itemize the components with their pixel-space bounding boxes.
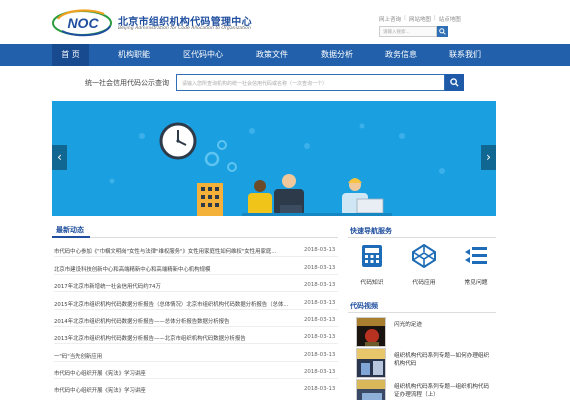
header-search-input[interactable]: 请输入搜索... — [379, 26, 437, 37]
site-header: NOC 北京市组织机构代码管理中心 Beijing Administration… — [0, 0, 570, 44]
news-item[interactable]: 2013年北京市组织机构代码数据分析报告——北京市组织机构代码数据分析报告 20… — [54, 332, 338, 344]
news-item-title[interactable]: 市代码中心组织开展《宪法》学习讲座 — [54, 369, 294, 377]
divider — [52, 237, 338, 238]
news-item-date: 2018-03-13 — [304, 352, 336, 358]
news-item-title[interactable]: 2015年北京市组织机构代码数据分析报告（总体情况）北京市组织机构代码数据分析报… — [54, 300, 294, 308]
news-item-date: 2018-03-13 — [304, 386, 336, 392]
codepen-icon — [412, 243, 436, 269]
quick-nav-faq[interactable]: 常见问题 — [456, 242, 496, 292]
banner-prev-button[interactable]: ‹ — [52, 145, 67, 170]
quick-nav-label: 常见问题 — [464, 280, 488, 286]
news-item-date: 2018-03-13 — [304, 317, 336, 323]
news-item-date: 2018-03-13 — [304, 247, 336, 253]
credit-search-input[interactable]: 请输入您所查询机构的统一社会信用代码或名称（一次查询一个） — [176, 74, 445, 91]
news-item[interactable]: 市代码中心组织开展《宪法》学习讲座 2018-03-13 — [54, 367, 338, 379]
nav-policy[interactable]: 政策文件 — [249, 44, 295, 66]
news-item-title[interactable]: 北京市建设科技创新中心和高端精新中心和高端精新中心机构规模 — [54, 265, 294, 273]
nav-data-analysis[interactable]: 数据分析 — [314, 44, 360, 66]
news-item[interactable]: 2017年北京市新增统一社会信用代码约74万 2018-03-13 — [54, 280, 338, 292]
divider — [54, 378, 338, 379]
video-thumbnail[interactable] — [356, 317, 386, 347]
logo-text: NOC — [67, 15, 99, 31]
credit-search-button[interactable] — [445, 74, 464, 91]
top-link-separator: | — [433, 15, 436, 21]
news-item-date: 2018-03-13 — [304, 369, 336, 375]
nav-district-centers[interactable]: 区代码中心 — [177, 44, 229, 66]
divider — [54, 309, 338, 310]
news-item-title[interactable]: 市代码中心参加《"巾帼文明岗"女性与法律"维权服务"》女性用家庭性如何维权"女性… — [54, 247, 294, 255]
search-icon — [439, 28, 446, 35]
video-thumbnail[interactable] — [356, 348, 386, 378]
top-link-consult[interactable]: 网上咨询 — [379, 15, 401, 23]
code-video-title: 代码视频 — [350, 302, 378, 310]
news-item-title[interactable]: 2014年北京市组织机构代码数据分析报告——总体分析报告数据分析报告 — [54, 317, 294, 325]
nav-contact[interactable]: 联系我们 — [442, 44, 488, 66]
video-item[interactable]: 组织机构代码系列专题—如何办理组织机构代码 — [356, 348, 496, 378]
site-subtitle: Beijing Administration for Code Allocati… — [118, 26, 251, 31]
video-thumbnail[interactable] — [356, 379, 386, 400]
quick-nav-label: 代码知识 — [360, 280, 384, 286]
quick-nav-code-knowledge[interactable]: 代码知识 — [352, 242, 392, 292]
divider — [54, 274, 338, 275]
news-item-title[interactable]: 2013年北京市组织机构代码数据分析报告——北京市组织机构代码数据分析报告 — [54, 334, 294, 342]
video-title[interactable]: 组织机构代码系列专题—如何办理组织机构代码 — [394, 352, 494, 368]
divider — [54, 343, 338, 344]
top-link-map[interactable]: 网站地图 — [409, 15, 431, 23]
news-item-date: 2018-03-13 — [304, 282, 336, 288]
news-item[interactable]: 2015年北京市组织机构代码数据分析报告（总体情况）北京市组织机构代码数据分析报… — [54, 298, 338, 310]
news-section-title[interactable]: 最新动态 — [56, 225, 84, 235]
list-arrows-icon — [465, 247, 487, 264]
banner-illustration — [52, 101, 496, 216]
divider — [54, 361, 338, 362]
top-link-sitemap[interactable]: 站点地图 — [439, 15, 461, 23]
divider — [54, 326, 338, 327]
news-item[interactable]: 2014年北京市组织机构代码数据分析报告——总体分析报告数据分析报告 2018-… — [54, 315, 338, 327]
top-link-separator: | — [404, 15, 406, 21]
nav-functions[interactable]: 机构职能 — [110, 44, 158, 66]
news-item-date: 2018-03-13 — [304, 334, 336, 340]
hero-banner[interactable] — [52, 101, 496, 216]
main-nav: 首 页 机构职能 区代码中心 政策文件 数据分析 政务信息 联系我们 — [0, 44, 570, 66]
divider — [348, 237, 496, 238]
section-underline — [52, 236, 90, 238]
news-item-title[interactable]: 市代码中心组织开展《宪法》学习讲座 — [54, 386, 294, 394]
news-item-title[interactable]: 2017年北京市新增统一社会信用代码约74万 — [54, 282, 294, 290]
news-item-title[interactable]: 一"码"当先创新应用 — [54, 352, 294, 360]
news-item-date: 2018-03-13 — [304, 265, 336, 271]
calculator-icon — [362, 245, 382, 267]
banner-next-button[interactable]: › — [481, 145, 496, 170]
quick-nav-code-application[interactable]: 代码应用 — [404, 242, 444, 292]
video-item[interactable]: 组织机构代码系列专题—组织机构代码证办理流程（上） — [356, 379, 496, 400]
video-title[interactable]: 组织机构代码系列专题—组织机构代码证办理流程（上） — [394, 383, 494, 399]
video-item[interactable]: 闪光的足迹 — [356, 317, 496, 347]
top-links: 网上咨询 | 网站地图 | 站点地图 — [379, 15, 461, 23]
news-item-date: 2018-03-13 — [304, 300, 336, 306]
quick-nav-label: 代码应用 — [412, 280, 436, 286]
search-icon — [450, 78, 459, 87]
news-item[interactable]: 市代码中心组织开展《宪法》学习讲座 2018-03-13 — [54, 384, 338, 396]
nav-gov-info[interactable]: 政务信息 — [378, 44, 424, 66]
divider — [348, 312, 496, 313]
noc-logo[interactable]: NOC — [52, 9, 114, 37]
divider — [54, 256, 338, 257]
nav-home[interactable]: 首 页 — [52, 44, 89, 66]
credit-search-label: 统一社会信用代码公示查询 — [85, 79, 169, 87]
news-item[interactable]: 一"码"当先创新应用 2018-03-13 — [54, 350, 338, 362]
header-search-button[interactable] — [437, 26, 448, 37]
divider — [54, 291, 338, 292]
news-item[interactable]: 北京市建设科技创新中心和高端精新中心和高端精新中心机构规模 2018-03-13 — [54, 263, 338, 275]
news-item[interactable]: 市代码中心参加《"巾帼文明岗"女性与法律"维权服务"》女性用家庭性如何维权"女性… — [54, 245, 338, 257]
quick-nav-title: 快速导航服务 — [350, 227, 392, 235]
video-title[interactable]: 闪光的足迹 — [394, 321, 494, 329]
